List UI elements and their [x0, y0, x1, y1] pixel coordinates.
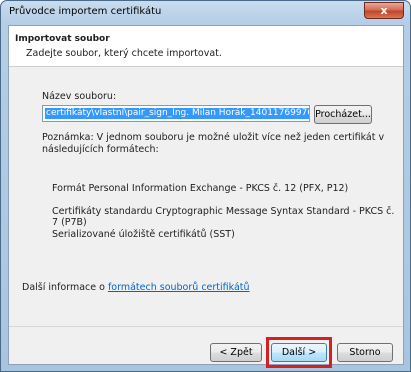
wizard-body: Importovat soubor Zadejte soubor, který …: [8, 25, 404, 368]
file-name-label: Název souboru:: [42, 91, 117, 102]
format-item-p7b: Certifikáty standardu Cryptographic Mess…: [52, 206, 395, 228]
browse-button[interactable]: Procházet...: [314, 105, 372, 124]
wizard-window: Průvodce importem certifikátu x Importov…: [0, 0, 411, 372]
footer-divider: [9, 326, 403, 327]
window-title: Průvodce importem certifikátu: [9, 6, 162, 17]
wizard-header: Importovat soubor Zadejte soubor, který …: [9, 26, 403, 67]
format-item-pfx: Formát Personal Information Exchange - P…: [52, 183, 349, 194]
file-name-input[interactable]: certifikáty\vlastní\pair_sign_Ing. Milan…: [42, 105, 310, 122]
page-title: Importovat soubor: [15, 34, 110, 44]
formats-link[interactable]: formátech souborů certifikátů: [108, 282, 250, 293]
more-info-prefix: Další informace o: [22, 282, 108, 293]
close-icon: x: [380, 4, 388, 17]
page-subtitle: Zadejte soubor, který chcete importovat.: [26, 48, 222, 59]
more-info: Další informace o formátech souborů cert…: [22, 282, 250, 293]
cancel-button[interactable]: Storno: [337, 343, 393, 362]
file-name-value: certifikáty\vlastní\pair_sign_Ing. Milan…: [45, 108, 309, 119]
back-button[interactable]: < Zpět: [210, 343, 262, 362]
next-button-highlight: [266, 337, 332, 368]
title-bar[interactable]: Průvodce importem certifikátu x: [1, 1, 410, 25]
format-item-sst: Serializované úložiště certifikátů (SST): [52, 229, 235, 240]
close-button[interactable]: x: [364, 2, 404, 19]
note-text: Poznámka: V jednom souboru je možné ulož…: [42, 132, 385, 155]
